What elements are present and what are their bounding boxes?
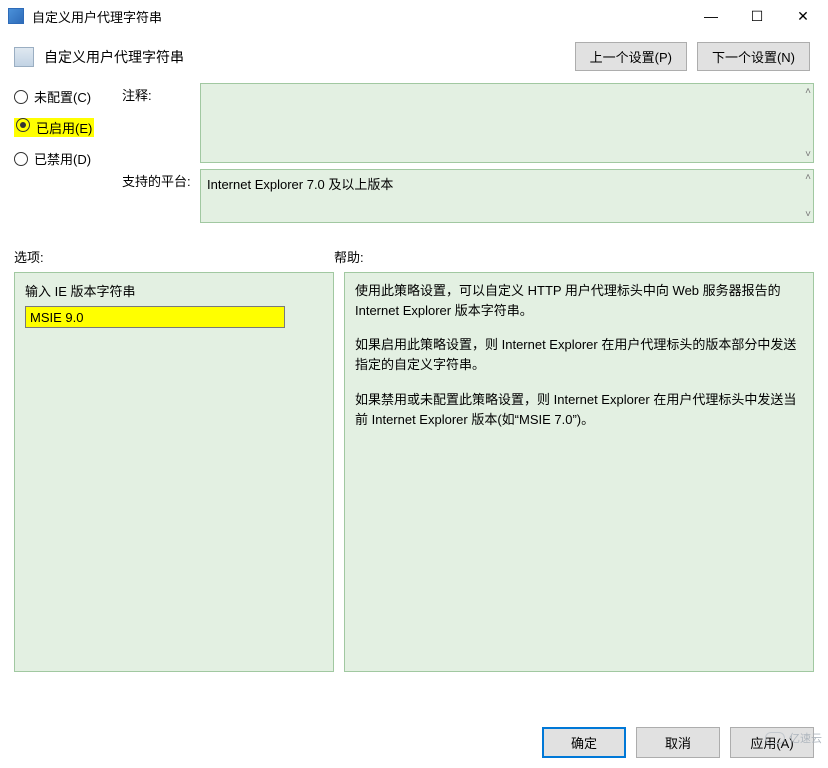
policy-icon: [14, 47, 34, 67]
cancel-button[interactable]: 取消: [636, 727, 720, 758]
minimize-button[interactable]: —: [688, 1, 734, 31]
right-fields: 注释: ˄ ˅ 支持的平台: Internet Explorer 7.0 及以上…: [122, 83, 814, 229]
section-labels: 选项: 帮助:: [14, 247, 814, 272]
bottom-button-bar: 确定 取消 应用(A): [542, 727, 814, 758]
help-paragraph-2: 如果启用此策略设置，则 Internet Explorer 在用户代理标头的版本…: [355, 335, 803, 375]
ie-version-label: 输入 IE 版本字符串: [25, 281, 323, 300]
comment-label: 注释:: [122, 83, 200, 163]
window-controls: — ☐ ✕: [688, 1, 826, 31]
radio-circle-icon: [14, 90, 28, 104]
radio-column: 未配置(C) 已启用(E) 已禁用(D): [14, 83, 104, 229]
help-paragraph-3: 如果禁用或未配置此策略设置，则 Internet Explorer 在用户代理标…: [355, 390, 803, 430]
radio-circle-icon: [14, 152, 28, 166]
platform-box[interactable]: Internet Explorer 7.0 及以上版本 ˄ ˅: [200, 169, 814, 223]
window-title: 自定义用户代理字符串: [32, 7, 688, 26]
ok-button[interactable]: 确定: [542, 727, 626, 758]
close-button[interactable]: ✕: [780, 1, 826, 31]
comment-box[interactable]: ˄ ˅: [200, 83, 814, 163]
radio-not-configured-label: 未配置(C): [34, 87, 91, 106]
titlebar: 自定义用户代理字符串 — ☐ ✕: [0, 0, 828, 32]
help-panel: 使用此策略设置，可以自定义 HTTP 用户代理标头中向 Web 服务器报告的 I…: [344, 272, 814, 672]
config-row: 未配置(C) 已启用(E) 已禁用(D) 注释: ˄ ˅: [14, 83, 814, 229]
radio-enabled-label: 已启用(E): [36, 118, 92, 137]
header-row: 自定义用户代理字符串 上一个设置(P) 下一个设置(N): [0, 32, 828, 77]
chevron-up-icon: ˄: [805, 172, 811, 183]
radio-enabled[interactable]: 已启用(E): [14, 118, 104, 137]
panels: 输入 IE 版本字符串 使用此策略设置，可以自定义 HTTP 用户代理标头中向 …: [14, 272, 814, 672]
help-paragraph-1: 使用此策略设置，可以自定义 HTTP 用户代理标头中向 Web 服务器报告的 I…: [355, 281, 803, 321]
radio-circle-selected-icon: [16, 118, 30, 132]
radio-disabled-label: 已禁用(D): [34, 149, 91, 168]
platform-value: Internet Explorer 7.0 及以上版本: [207, 177, 393, 192]
help-section-label: 帮助:: [334, 247, 814, 266]
section-title: 自定义用户代理字符串: [44, 47, 575, 67]
ie-version-input[interactable]: [25, 306, 285, 328]
platform-row: 支持的平台: Internet Explorer 7.0 及以上版本 ˄ ˅: [122, 169, 814, 223]
maximize-button[interactable]: ☐: [734, 1, 780, 31]
options-panel: 输入 IE 版本字符串: [14, 272, 334, 672]
radio-disabled[interactable]: 已禁用(D): [14, 149, 104, 168]
apply-button[interactable]: 应用(A): [730, 727, 814, 758]
chevron-up-icon: ˄: [805, 86, 811, 97]
chevron-down-icon: ˅: [805, 209, 811, 220]
radio-not-configured[interactable]: 未配置(C): [14, 87, 104, 106]
body-area: 未配置(C) 已启用(E) 已禁用(D) 注释: ˄ ˅: [0, 77, 828, 672]
options-section-label: 选项:: [14, 247, 334, 266]
nav-buttons: 上一个设置(P) 下一个设置(N): [575, 42, 810, 71]
comment-row: 注释: ˄ ˅: [122, 83, 814, 163]
previous-setting-button[interactable]: 上一个设置(P): [575, 42, 687, 71]
next-setting-button[interactable]: 下一个设置(N): [697, 42, 810, 71]
chevron-down-icon: ˅: [805, 149, 811, 160]
app-icon: [8, 8, 24, 24]
platform-label: 支持的平台:: [122, 169, 200, 223]
